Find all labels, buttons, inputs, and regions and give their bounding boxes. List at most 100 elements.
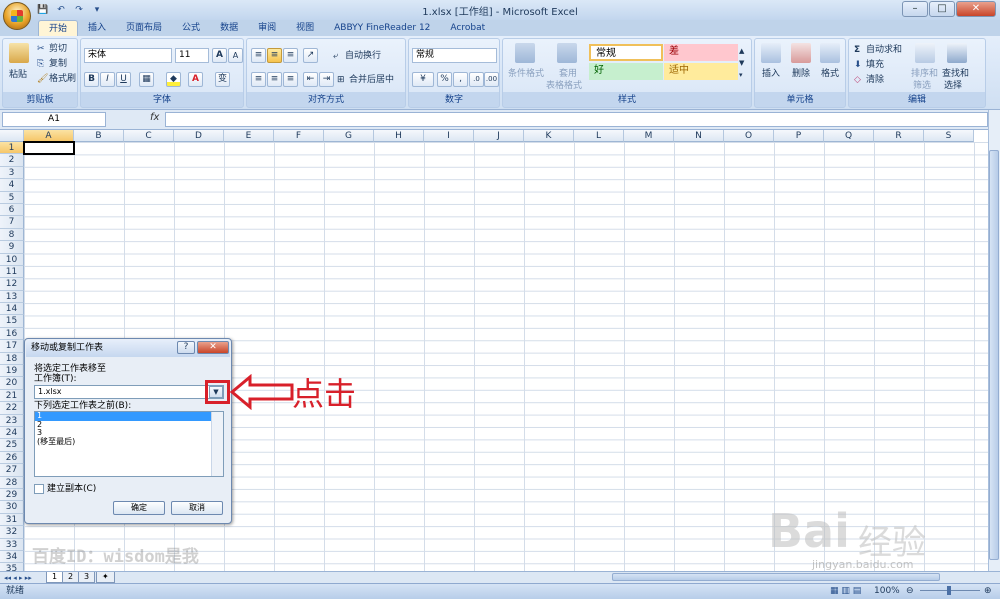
number-format-select[interactable]: 常规	[412, 48, 497, 63]
maximize-button[interactable]: □	[929, 1, 955, 17]
column-header[interactable]: K	[524, 130, 574, 142]
column-header[interactable]: J	[474, 130, 524, 142]
column-header[interactable]: F	[274, 130, 324, 142]
insert-sheet-icon[interactable]: ✦	[96, 572, 115, 583]
paste-button[interactable]: 粘贴	[9, 69, 27, 81]
active-cell[interactable]	[23, 141, 75, 155]
column-header[interactable]: P	[774, 130, 824, 142]
style-bad[interactable]: 差	[664, 44, 738, 61]
customize-qat-icon[interactable]: ▾	[90, 3, 104, 17]
copy-icon[interactable]: ⎘	[37, 58, 44, 70]
row-header[interactable]: 6	[0, 203, 24, 217]
row-header[interactable]: 8	[0, 228, 24, 242]
align-center-icon[interactable]: ≡	[267, 72, 282, 87]
clear-icon[interactable]: ◇	[854, 74, 861, 86]
column-header[interactable]: S	[924, 130, 974, 142]
select-all-corner[interactable]	[0, 130, 24, 142]
row-header[interactable]: 17	[0, 340, 24, 353]
column-header[interactable]: D	[174, 130, 224, 142]
before-sheet-list[interactable]: 1 2 3 (移至最后)	[34, 411, 224, 477]
format-as-table-button[interactable]: 套用	[559, 68, 577, 80]
align-right-icon[interactable]: ≡	[283, 72, 298, 87]
cut-button[interactable]: 剪切	[49, 43, 67, 55]
view-buttons-icon[interactable]: ▦ ▥ ▤	[830, 585, 861, 597]
column-header[interactable]: N	[674, 130, 724, 142]
column-header[interactable]: C	[124, 130, 174, 142]
cancel-button[interactable]: 取消	[171, 501, 223, 515]
redo-icon[interactable]: ↷	[72, 3, 86, 17]
minimize-button[interactable]: –	[902, 1, 928, 17]
wrap-text-button[interactable]: 自动换行	[345, 50, 381, 62]
column-header[interactable]: E	[224, 130, 274, 142]
orientation-icon[interactable]: ↗	[303, 48, 318, 63]
tab-abbyy[interactable]: ABBYY FineReader 12	[324, 20, 440, 36]
decrease-decimal-icon[interactable]: .00	[484, 72, 499, 87]
row-header[interactable]: 29	[0, 488, 24, 502]
merge-icon[interactable]: ⊞	[337, 74, 345, 86]
grow-font-button[interactable]: A	[212, 48, 227, 63]
ok-button[interactable]: 确定	[113, 501, 165, 515]
row-header[interactable]: 30	[0, 501, 24, 514]
vertical-scroll-thumb[interactable]	[989, 150, 999, 560]
row-header[interactable]: 3	[0, 166, 24, 180]
list-item[interactable]: (移至最后)	[35, 437, 223, 447]
row-header[interactable]: 11	[0, 265, 24, 279]
insert-cells-button[interactable]: 插入	[762, 68, 780, 80]
tab-insert[interactable]: 插入	[78, 20, 116, 36]
row-header[interactable]: 35	[0, 563, 24, 571]
autosum-button[interactable]: 自动求和	[866, 44, 902, 56]
column-header[interactable]: L	[574, 130, 624, 142]
delete-cells-button[interactable]: 删除	[792, 68, 810, 80]
style-good[interactable]: 好	[589, 63, 663, 80]
sort-filter-button[interactable]: 排序和	[911, 68, 938, 80]
row-header[interactable]: 12	[0, 278, 24, 291]
tab-review[interactable]: 审阅	[248, 20, 286, 36]
row-header[interactable]: 4	[0, 179, 24, 192]
shrink-font-button[interactable]: A	[228, 48, 243, 63]
underline-button[interactable]: U	[116, 72, 131, 87]
align-left-icon[interactable]: ≡	[251, 72, 266, 87]
zoom-level[interactable]: 100%	[874, 585, 900, 597]
row-header[interactable]: 33	[0, 538, 24, 551]
fill-icon[interactable]: ⬇	[854, 59, 862, 71]
format-painter-icon[interactable]: 🖌	[37, 73, 48, 85]
sheet-tab-3[interactable]: 3	[78, 572, 96, 583]
delete-cells-icon[interactable]	[791, 43, 811, 63]
zoom-slider-thumb[interactable]	[947, 586, 951, 595]
insert-function-icon[interactable]: fx	[150, 112, 164, 127]
insert-cells-icon[interactable]	[761, 43, 781, 63]
row-header[interactable]: 22	[0, 402, 24, 415]
sigma-icon[interactable]: Σ	[854, 44, 860, 56]
align-top-icon[interactable]: ≡	[251, 48, 266, 63]
row-header[interactable]: 27	[0, 464, 24, 477]
row-header[interactable]: 14	[0, 303, 24, 316]
list-scrollbar[interactable]	[211, 412, 223, 476]
column-header[interactable]: O	[724, 130, 774, 142]
zoom-in-icon[interactable]: ⊕	[984, 585, 992, 597]
fill-color-icon[interactable]: ◆	[166, 72, 181, 87]
close-button[interactable]: ✕	[956, 1, 996, 17]
phonetic-button[interactable]: 变	[215, 72, 230, 87]
font-color-button[interactable]: A	[188, 72, 203, 87]
sheet-tab-1[interactable]: 1	[46, 572, 64, 583]
tab-view[interactable]: 视图	[286, 20, 324, 36]
list-item[interactable]: 1	[35, 412, 223, 421]
format-cells-button[interactable]: 格式	[821, 68, 839, 80]
binoculars-icon[interactable]	[947, 43, 967, 63]
row-header[interactable]: 2	[0, 154, 24, 167]
row-header[interactable]: 25	[0, 439, 24, 452]
column-header[interactable]: B	[74, 130, 124, 142]
zoom-out-icon[interactable]: ⊖	[906, 585, 914, 597]
horizontal-scroll-thumb[interactable]	[612, 573, 940, 581]
sort-filter-icon[interactable]	[915, 43, 935, 63]
workbook-select[interactable]: 1.xlsx	[34, 385, 224, 399]
increase-indent-icon[interactable]: ⇥	[319, 72, 334, 87]
row-header[interactable]: 26	[0, 451, 24, 465]
border-icon[interactable]: ▦	[139, 72, 154, 87]
dialog-help-button[interactable]: ?	[177, 341, 195, 354]
find-select-button[interactable]: 查找和	[942, 68, 969, 80]
office-button[interactable]	[3, 2, 31, 30]
row-header[interactable]: 13	[0, 290, 24, 304]
format-painter-button[interactable]: 格式刷	[49, 73, 76, 85]
create-copy-checkbox[interactable]	[34, 484, 44, 494]
